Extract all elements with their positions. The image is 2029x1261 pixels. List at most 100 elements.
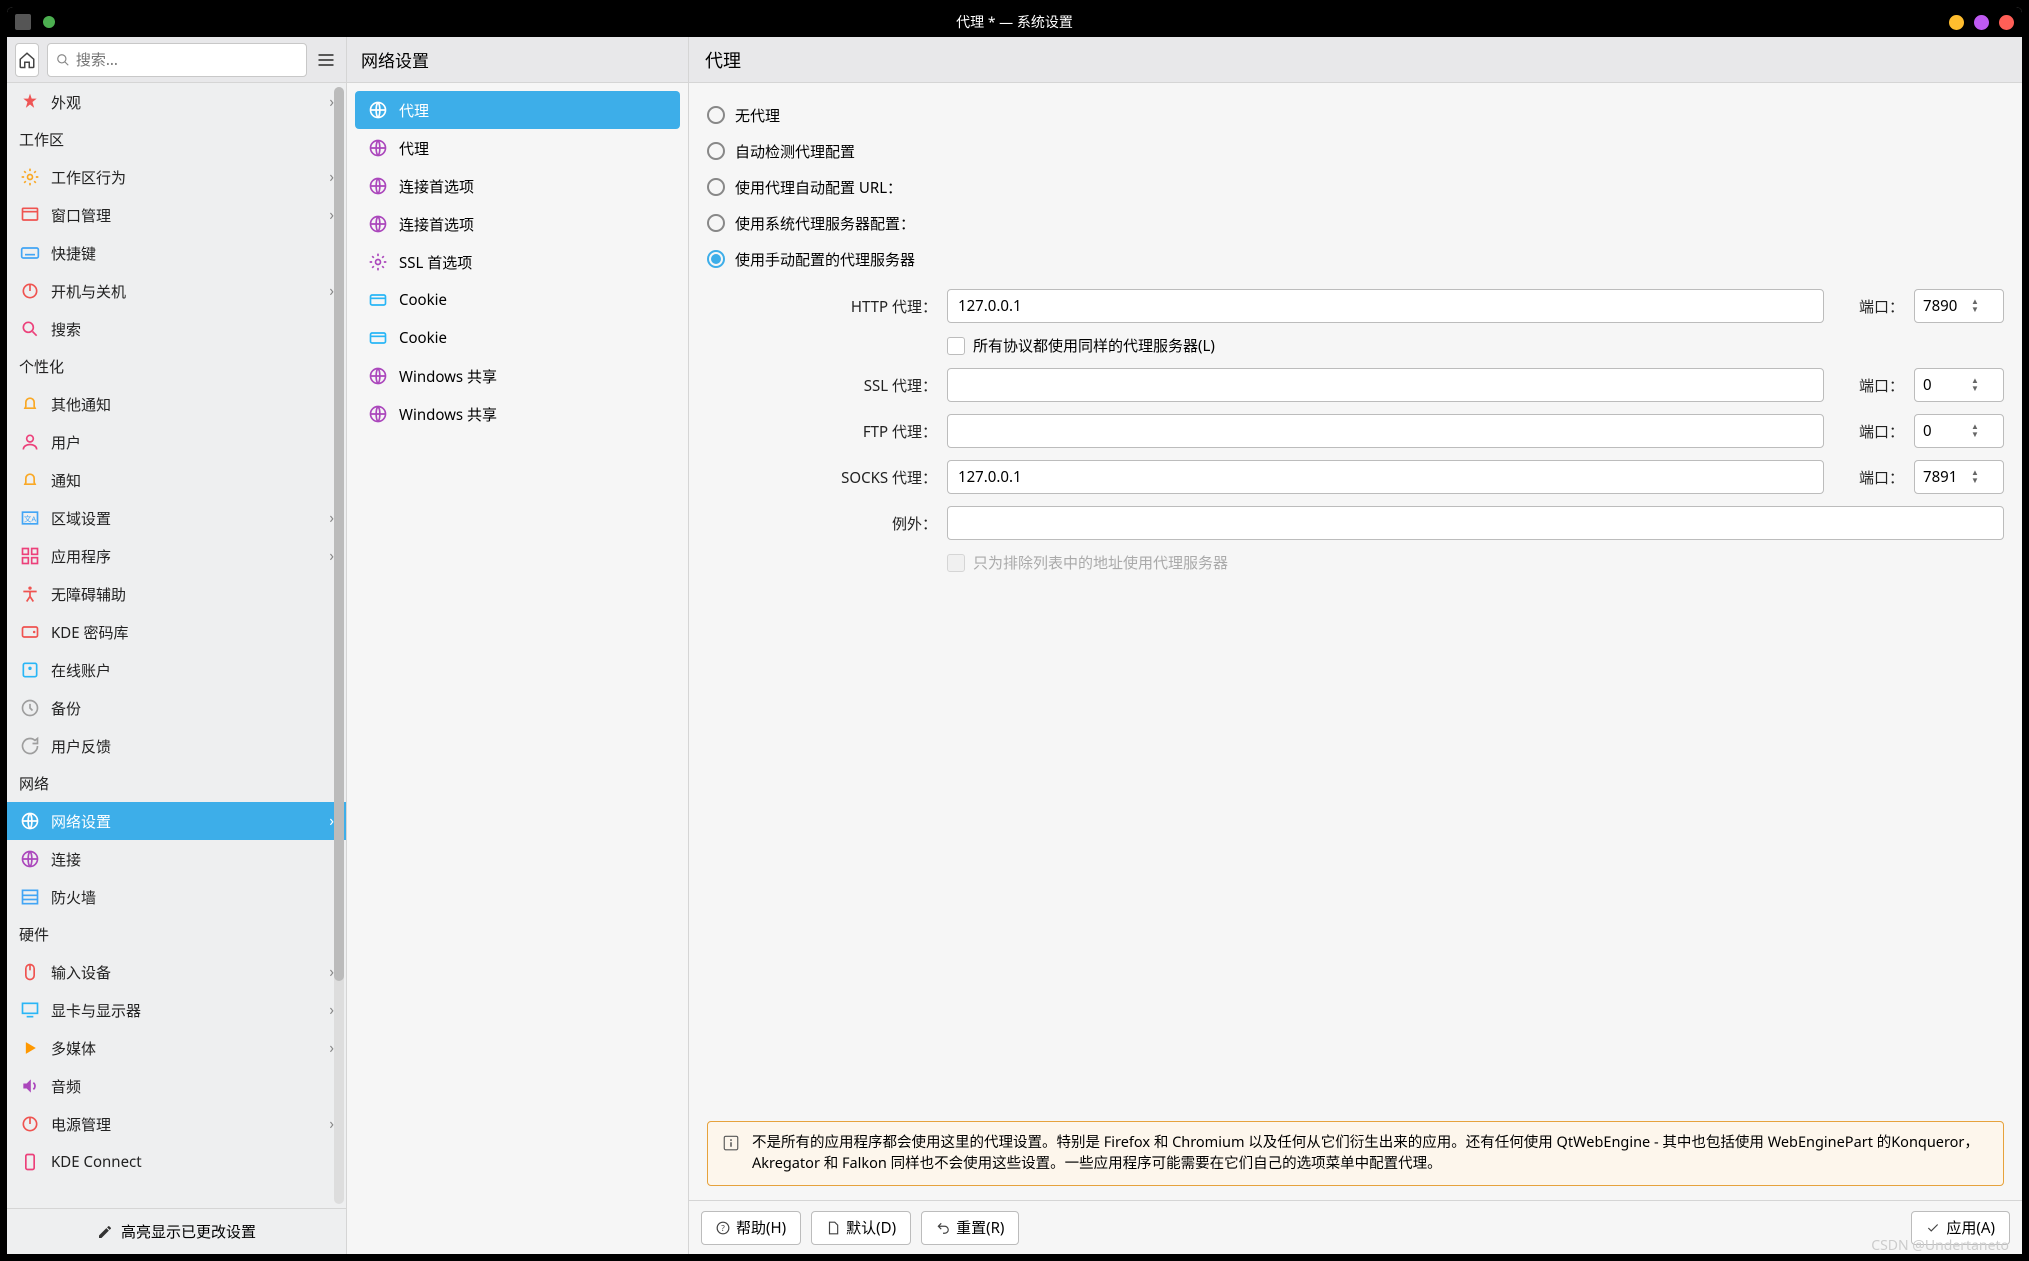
sidebar-scrollbar[interactable] — [334, 87, 344, 1204]
http-port-spinner[interactable]: ▲▼ — [1914, 289, 2004, 323]
ssl-port-label: 端口： — [1834, 375, 1904, 396]
help-icon: ? — [716, 1221, 730, 1235]
spinner-arrows-icon[interactable]: ▲▼ — [1971, 375, 1989, 395]
apps-icon — [19, 545, 41, 567]
sidebar-item[interactable]: 工作区行为› — [7, 158, 346, 196]
sidebar-item[interactable]: 多媒体› — [7, 1029, 346, 1067]
radio-auto-detect[interactable]: 自动检测代理配置 — [707, 133, 2004, 169]
main-panel: 代理 无代理 自动检测代理配置 使用代理自动配置 URL： 使用系统代理服务器配… — [689, 37, 2022, 1254]
window-title: 代理 * — 系统设置 — [956, 12, 1073, 32]
menu-button[interactable] — [315, 43, 338, 77]
sidebar-item[interactable]: 搜索 — [7, 310, 346, 348]
subcategory-item-label: 连接首选项 — [399, 176, 474, 197]
subcategory-item[interactable]: Windows 共享 — [355, 395, 680, 433]
subcategory-item-label: 代理 — [399, 138, 429, 159]
sidebar-item[interactable]: KDE 密码库 — [7, 613, 346, 651]
sidebar-item[interactable]: 无障碍辅助 — [7, 575, 346, 613]
subcategory-list[interactable]: 代理代理连接首选项连接首选项SSL 首选项CookieCookieWindows… — [347, 83, 688, 441]
socks-port-label: 端口： — [1834, 467, 1904, 488]
socks-port-spinner[interactable]: ▲▼ — [1914, 460, 2004, 494]
sidebar-item[interactable]: 网络设置› — [7, 802, 346, 840]
sidebar-item[interactable]: 通知 — [7, 461, 346, 499]
sidebar-list[interactable]: 外观›工作区工作区行为›窗口管理›快捷键开机与关机›搜索个性化其他通知用户通知文… — [7, 83, 346, 1208]
minimize-button[interactable] — [1949, 15, 1964, 30]
subcategory-item[interactable]: 代理 — [355, 91, 680, 129]
ftp-proxy-input[interactable] — [947, 414, 1824, 448]
spinner-arrows-icon[interactable]: ▲▼ — [1971, 467, 1989, 487]
ftp-port-spinner[interactable]: ▲▼ — [1914, 414, 2004, 448]
sidebar-item-label: 连接 — [51, 849, 81, 870]
online-icon — [19, 659, 41, 681]
ssl-port-input[interactable] — [1915, 375, 1971, 395]
sidebar-item[interactable]: KDE Connect — [7, 1143, 346, 1181]
radio-icon — [707, 214, 725, 232]
ftp-port-input[interactable] — [1915, 421, 1971, 441]
globe-icon — [367, 213, 389, 235]
sidebar-item[interactable]: 开机与关机› — [7, 272, 346, 310]
radio-manual-proxy[interactable]: 使用手动配置的代理服务器 — [707, 241, 2004, 277]
exceptions-input[interactable] — [947, 506, 2004, 540]
subcategory-item[interactable]: 连接首选项 — [355, 205, 680, 243]
reset-button[interactable]: 重置(R) — [921, 1211, 1019, 1245]
use-same-proxy-checkbox-row[interactable]: 所有协议都使用同样的代理服务器(L) — [947, 335, 2004, 356]
subcategory-item-label: Windows 共享 — [399, 366, 497, 387]
sidebar-item[interactable]: 应用程序› — [7, 537, 346, 575]
sidebar-item[interactable]: 文A区域设置› — [7, 499, 346, 537]
search-input[interactable] — [76, 50, 298, 70]
sidebar-item[interactable]: 输入设备› — [7, 953, 346, 991]
spinner-arrows-icon[interactable]: ▲▼ — [1971, 421, 1989, 441]
ssl-port-spinner[interactable]: ▲▼ — [1914, 368, 2004, 402]
display-icon — [19, 999, 41, 1021]
close-button[interactable] — [1999, 15, 2014, 30]
subcategory-item[interactable]: Cookie — [355, 319, 680, 357]
search-field[interactable] — [47, 43, 307, 77]
radio-system-proxy[interactable]: 使用系统代理服务器配置： — [707, 205, 2004, 241]
ssl-proxy-input[interactable] — [947, 368, 1824, 402]
sidebar-item[interactable]: 在线账户 — [7, 651, 346, 689]
only-exclude-checkbox-row: 只为排除列表中的地址使用代理服务器 — [947, 552, 2004, 573]
subcategory-item[interactable]: Windows 共享 — [355, 357, 680, 395]
cookie-icon — [367, 327, 389, 349]
sidebar-item[interactable]: 音频 — [7, 1067, 346, 1105]
titlebar[interactable]: 代理 * — 系统设置 — [7, 7, 2022, 37]
sidebar-item[interactable]: 用户反馈 — [7, 727, 346, 765]
sidebar-item[interactable]: 电源管理› — [7, 1105, 346, 1143]
globe-icon — [367, 99, 389, 121]
locale-icon: 文A — [19, 507, 41, 529]
help-button[interactable]: ? 帮助(H) — [701, 1211, 801, 1245]
socks-port-input[interactable] — [1915, 467, 1971, 487]
subcategory-item[interactable]: 代理 — [355, 129, 680, 167]
globe-icon — [367, 403, 389, 425]
sidebar-item[interactable]: 其他通知 — [7, 385, 346, 423]
socks-proxy-input[interactable] — [947, 460, 1824, 494]
sidebar-item[interactable]: 备份 — [7, 689, 346, 727]
defaults-button[interactable]: 默认(D) — [811, 1211, 911, 1245]
sidebar-item-label: 用户 — [51, 432, 81, 453]
home-button[interactable] — [15, 43, 39, 77]
subcategory-item[interactable]: SSL 首选项 — [355, 243, 680, 281]
radio-pac-url[interactable]: 使用代理自动配置 URL： — [707, 169, 2004, 205]
http-port-input[interactable] — [1915, 296, 1971, 316]
pencil-icon — [97, 1224, 113, 1240]
sidebar-item[interactable]: 连接 — [7, 840, 346, 878]
keyboard-icon — [19, 242, 41, 264]
radio-no-proxy[interactable]: 无代理 — [707, 97, 2004, 133]
spinner-arrows-icon[interactable]: ▲▼ — [1971, 296, 1989, 316]
sidebar-item[interactable]: 显卡与显示器› — [7, 991, 346, 1029]
maximize-button[interactable] — [1974, 15, 1989, 30]
http-proxy-input[interactable] — [947, 289, 1824, 323]
sidebar-item[interactable]: 外观› — [7, 83, 346, 121]
sidebar-item[interactable]: 快捷键 — [7, 234, 346, 272]
search-icon — [19, 318, 41, 340]
highlight-changes-button[interactable]: 高亮显示已更改设置 — [7, 1208, 346, 1254]
scrollbar-thumb[interactable] — [334, 87, 344, 981]
sidebar-item-label: 多媒体 — [51, 1038, 96, 1059]
sidebar-item[interactable]: 防火墙 — [7, 878, 346, 916]
sidebar-item[interactable]: 窗口管理› — [7, 196, 346, 234]
subcategory-item[interactable]: Cookie — [355, 281, 680, 319]
subcategory-item[interactable]: 连接首选项 — [355, 167, 680, 205]
backup-icon — [19, 697, 41, 719]
checkbox-icon[interactable] — [947, 337, 965, 355]
sidebar-item[interactable]: 用户 — [7, 423, 346, 461]
svg-text:文A: 文A — [24, 513, 36, 524]
